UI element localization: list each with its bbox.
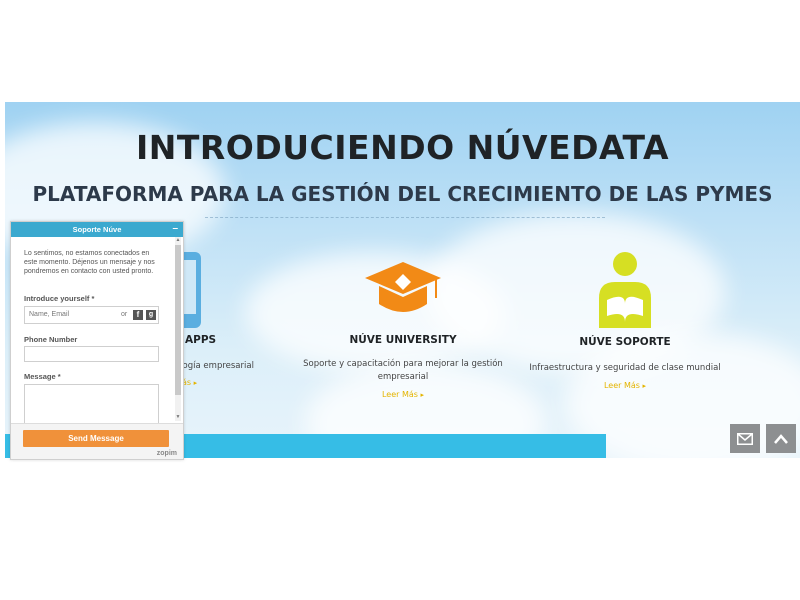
feature-title: APPS <box>185 334 217 346</box>
phone-label: Phone Number <box>24 335 78 344</box>
scroll-down-arrow-icon[interactable]: ▼ <box>175 414 181 421</box>
person-reading-icon <box>599 252 651 328</box>
envelope-icon <box>737 432 753 445</box>
scroll-top-button[interactable] <box>766 424 796 453</box>
hero-subtitle: PLATAFORMA PARA LA GESTIÓN DEL CRECIMIEN… <box>32 182 773 206</box>
chat-title: Soporte Núve <box>72 225 122 234</box>
feature-desc: ología empresarial <box>175 361 254 371</box>
offline-message: Lo sentimos, no estamos conectados en es… <box>24 250 155 275</box>
name-email-placeholder: Name, Email <box>29 311 70 318</box>
or-text: or <box>121 311 128 318</box>
feature-desc: Infraestructura y seguridad de clase mun… <box>529 363 721 373</box>
chat-scrollbar[interactable]: ▲ ▼ <box>175 237 181 421</box>
feature-title: NÚVE SOPORTE <box>579 336 671 348</box>
feature-title: NÚVE UNIVERSITY <box>349 334 457 346</box>
facebook-icon[interactable]: f <box>133 310 143 320</box>
chevron-up-icon <box>774 433 788 444</box>
message-field[interactable] <box>24 384 159 423</box>
introduce-label: Introduce yourself * <box>24 294 95 303</box>
name-email-field[interactable]: Name, Email or f g <box>24 306 159 324</box>
scroll-up-arrow-icon[interactable]: ▲ <box>175 237 181 244</box>
feature-university: NÚVE UNIVERSITY Soporte y capacitación p… <box>303 260 503 399</box>
chat-header[interactable]: Soporte Núve – <box>11 222 183 237</box>
chevron-right-icon: ▸ <box>420 391 425 399</box>
scrollbar-thumb[interactable] <box>175 245 181 395</box>
chat-footer: Send Message zopim <box>11 423 183 459</box>
chevron-right-icon: ▸ <box>642 382 647 390</box>
graduation-cap-icon <box>365 262 441 312</box>
divider <box>205 217 605 218</box>
send-message-button[interactable]: Send Message <box>23 430 169 447</box>
phone-field[interactable] <box>24 346 159 362</box>
message-label: Message * <box>24 372 61 381</box>
chat-body: Lo sentimos, no estamos conectados en es… <box>11 237 183 423</box>
feature-desc: Soporte y capacitación para mejorar la g… <box>303 359 503 382</box>
chat-widget: Soporte Núve – Lo sentimos, no estamos c… <box>10 221 184 460</box>
hero-title: INTRODUCIENDO NÚVEDATA <box>135 128 669 167</box>
feature-soporte: NÚVE SOPORTE Infraestructura y seguridad… <box>525 250 725 390</box>
minimize-icon[interactable]: – <box>172 222 178 236</box>
google-plus-icon[interactable]: g <box>146 310 156 320</box>
email-button[interactable] <box>730 424 760 453</box>
chevron-right-icon: ▸ <box>193 379 198 387</box>
feature-link[interactable]: Leer Más ▸ <box>525 381 725 390</box>
feature-link[interactable]: ás ▸ <box>182 378 197 387</box>
feature-link[interactable]: Leer Más ▸ <box>303 390 503 399</box>
zopim-branding[interactable]: zopim <box>157 450 177 457</box>
